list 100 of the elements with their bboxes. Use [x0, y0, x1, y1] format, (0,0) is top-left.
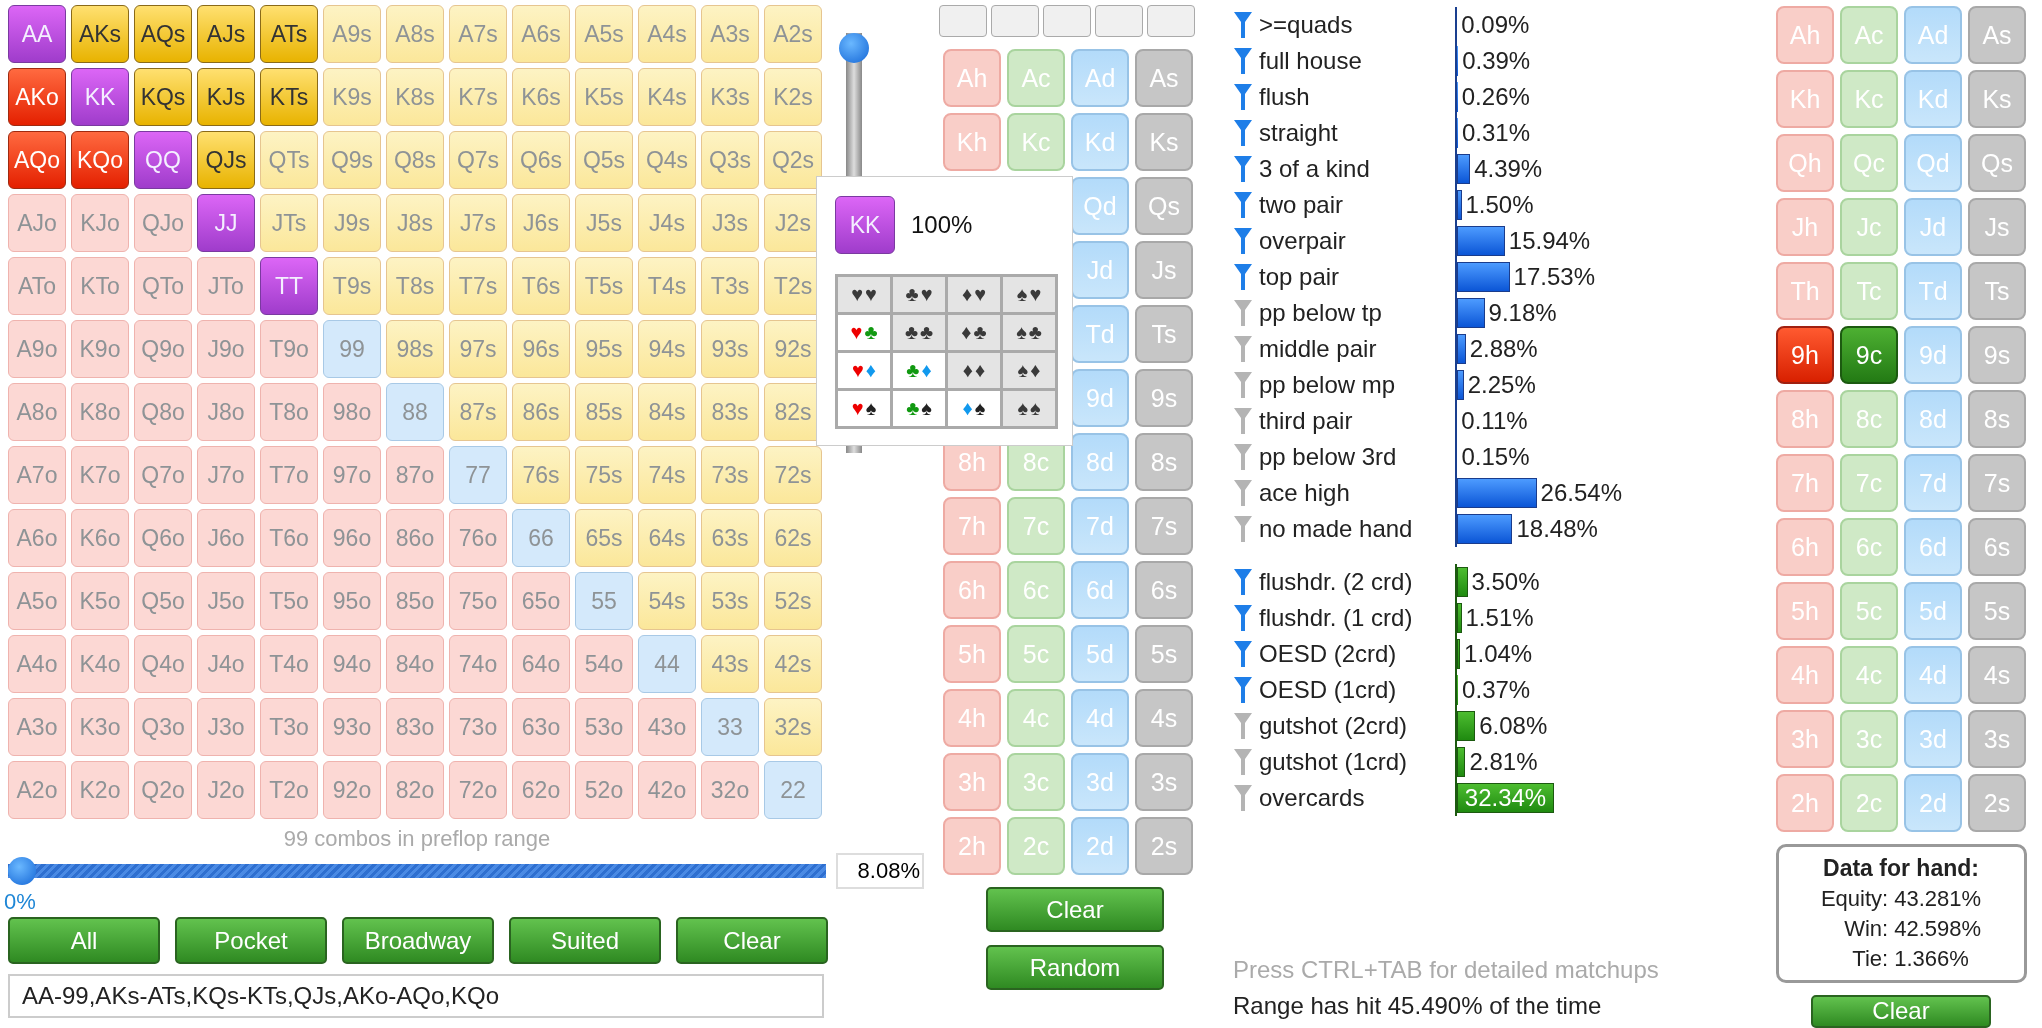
deck-card[interactable]: 3c — [1007, 753, 1065, 811]
hand-cell[interactable]: KTo — [71, 257, 129, 315]
hand-cell[interactable]: 95o — [323, 572, 381, 630]
suit-combo[interactable]: ♠♠ — [1003, 391, 1055, 426]
hand-cell[interactable]: AKs — [71, 5, 129, 63]
hand-cell[interactable]: Q3s — [701, 131, 759, 189]
hand-card[interactable]: Jc — [1840, 198, 1898, 256]
hand-cell[interactable]: 52s — [764, 572, 822, 630]
hand-cell[interactable]: 94s — [638, 320, 696, 378]
hand-cell[interactable]: Q5s — [575, 131, 633, 189]
hand-cell[interactable]: T8s — [386, 257, 444, 315]
hand-card[interactable]: Kc — [1840, 70, 1898, 128]
hand-cell[interactable]: K4o — [71, 635, 129, 693]
hand-cell[interactable]: A6o — [8, 509, 66, 567]
range-button[interactable]: Clear — [676, 917, 828, 964]
hand-cell[interactable]: A2o — [8, 761, 66, 819]
hand-cell[interactable]: AJs — [197, 5, 255, 63]
hand-card[interactable]: 5s — [1968, 582, 2026, 640]
hand-cell[interactable]: J4s — [638, 194, 696, 252]
deck-card[interactable]: Kd — [1071, 113, 1129, 171]
suit-combo[interactable]: ♦♠ — [948, 391, 1000, 426]
hand-cell[interactable]: JJ — [197, 194, 255, 252]
hand-cell[interactable]: 53s — [701, 572, 759, 630]
hand-cell[interactable]: A5o — [8, 572, 66, 630]
hand-cell[interactable]: 86o — [386, 509, 444, 567]
suit-combo[interactable]: ♦♥ — [948, 277, 1000, 312]
board-card-slot[interactable] — [1147, 5, 1195, 37]
hand-card[interactable]: 9h — [1776, 326, 1834, 384]
hand-cell[interactable]: 86s — [512, 383, 570, 441]
hand-cell[interactable]: 96s — [512, 320, 570, 378]
filter-icon[interactable] — [1233, 334, 1253, 364]
hand-card[interactable]: 8c — [1840, 390, 1898, 448]
deck-card[interactable]: 4d — [1071, 689, 1129, 747]
hand-card[interactable]: Ts — [1968, 262, 2026, 320]
hand-cell[interactable]: 82o — [386, 761, 444, 819]
suit-combo[interactable]: ♠♦ — [1003, 353, 1055, 388]
filter-icon[interactable] — [1233, 82, 1253, 112]
hand-cell[interactable]: 54o — [575, 635, 633, 693]
suit-combo[interactable]: ♣♣ — [893, 315, 945, 350]
hand-cell[interactable]: 43s — [701, 635, 759, 693]
hand-cell[interactable]: 54s — [638, 572, 696, 630]
board-card-slot[interactable] — [939, 5, 987, 37]
hand-cell[interactable]: 95s — [575, 320, 633, 378]
hand-card[interactable]: Jd — [1904, 198, 1962, 256]
deck-card[interactable]: Ac — [1007, 49, 1065, 107]
hand-cell[interactable]: QQ — [134, 131, 192, 189]
deck-card[interactable]: 9s — [1135, 369, 1193, 427]
hand-card[interactable]: As — [1968, 6, 2026, 64]
hand-cell[interactable]: Q6s — [512, 131, 570, 189]
hand-cell[interactable]: T4s — [638, 257, 696, 315]
suit-combo[interactable]: ♠♥ — [1003, 277, 1055, 312]
hand-card[interactable]: 2c — [1840, 774, 1898, 832]
hand-cell[interactable]: 83s — [701, 383, 759, 441]
hand-cell[interactable]: K2o — [71, 761, 129, 819]
deck-card[interactable]: 5d — [1071, 625, 1129, 683]
hand-cell[interactable]: 65s — [575, 509, 633, 567]
hand-cell[interactable]: A7o — [8, 446, 66, 504]
hand-card[interactable]: Js — [1968, 198, 2026, 256]
hand-cell[interactable]: A4s — [638, 5, 696, 63]
hand-card[interactable]: 4c — [1840, 646, 1898, 704]
clear-board-button[interactable]: Clear — [986, 887, 1164, 932]
hand-cell[interactable]: 93s — [701, 320, 759, 378]
deck-card[interactable]: 4c — [1007, 689, 1065, 747]
hand-cell[interactable]: 77 — [449, 446, 507, 504]
suit-combo[interactable]: ♥♠ — [838, 391, 890, 426]
hand-card[interactable]: 8s — [1968, 390, 2026, 448]
hand-cell[interactable]: 98s — [386, 320, 444, 378]
filter-icon[interactable] — [1233, 118, 1253, 148]
filter-icon[interactable] — [1233, 262, 1253, 292]
hand-cell[interactable]: T4o — [260, 635, 318, 693]
filter-icon[interactable] — [1233, 639, 1253, 669]
hand-cell[interactable]: A3s — [701, 5, 759, 63]
hand-cell[interactable]: T6o — [260, 509, 318, 567]
hand-cell[interactable]: 84s — [638, 383, 696, 441]
deck-card[interactable]: 5s — [1135, 625, 1193, 683]
filter-icon[interactable] — [1233, 747, 1253, 777]
hand-cell[interactable]: 85o — [386, 572, 444, 630]
hand-card[interactable]: 6s — [1968, 518, 2026, 576]
hand-cell[interactable]: 64s — [638, 509, 696, 567]
percent-field[interactable]: 8.08% — [836, 853, 924, 889]
hand-cell[interactable]: J7o — [197, 446, 255, 504]
deck-card[interactable]: Jd — [1071, 241, 1129, 299]
hand-card[interactable]: 7d — [1904, 454, 1962, 512]
filter-icon[interactable] — [1233, 190, 1253, 220]
board-card-slot[interactable] — [1095, 5, 1143, 37]
deck-card[interactable]: Ad — [1071, 49, 1129, 107]
deck-card[interactable]: 9d — [1071, 369, 1129, 427]
hand-cell[interactable]: QTo — [134, 257, 192, 315]
hand-cell[interactable]: K5o — [71, 572, 129, 630]
suit-combo[interactable]: ♣♠ — [893, 391, 945, 426]
suit-combo[interactable]: ♥♣ — [838, 315, 890, 350]
hand-cell[interactable]: JTs — [260, 194, 318, 252]
hand-cell[interactable]: A7s — [449, 5, 507, 63]
hand-cell[interactable]: AA — [8, 5, 66, 63]
deck-card[interactable]: 8d — [1071, 433, 1129, 491]
deck-card[interactable]: Td — [1071, 305, 1129, 363]
hand-cell[interactable]: 52o — [575, 761, 633, 819]
hand-card[interactable]: Tc — [1840, 262, 1898, 320]
hand-cell[interactable]: 75o — [449, 572, 507, 630]
hand-cell[interactable]: K9o — [71, 320, 129, 378]
